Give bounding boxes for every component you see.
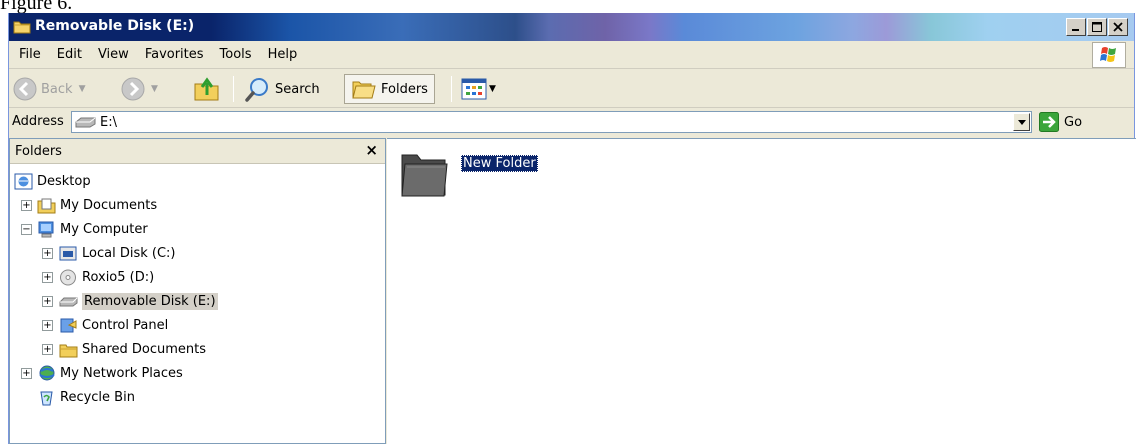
- network-places-icon: [39, 365, 55, 380]
- tree-item-removable-disk-e[interactable]: Removable Disk (E:): [59, 290, 218, 312]
- my-documents-icon: [37, 198, 56, 213]
- address-value: E:\: [100, 115, 117, 130]
- minimize-icon: [1072, 29, 1079, 31]
- back-dropdown-icon[interactable]: ▼: [79, 84, 86, 94]
- expand-icon[interactable]: +: [42, 320, 53, 331]
- removable-disk-icon: [75, 117, 96, 128]
- removable-disk-icon: [59, 297, 78, 306]
- forward-dropdown-icon[interactable]: ▼: [151, 84, 158, 94]
- menu-bar: File Edit View Favorites Tools Help: [9, 41, 1134, 69]
- forward-arrow-icon: [121, 77, 145, 101]
- folders-button[interactable]: Folders: [344, 74, 435, 104]
- tree-item-my-computer[interactable]: My Computer: [37, 218, 148, 240]
- chevron-down-icon: [1017, 119, 1026, 125]
- menu-help[interactable]: Help: [262, 47, 308, 62]
- folders-pane: Folders × Desktop + My Documents − My Co…: [9, 138, 386, 444]
- tree-item-shared-documents[interactable]: Shared Documents: [59, 338, 206, 360]
- search-icon: [245, 78, 268, 102]
- expand-icon[interactable]: +: [21, 368, 32, 379]
- folders-icon: [352, 81, 376, 99]
- caption-buttons: [1065, 18, 1128, 36]
- my-computer-icon: [38, 221, 54, 237]
- expand-icon[interactable]: +: [42, 272, 53, 283]
- file-list-area[interactable]: New Folder: [387, 138, 1136, 444]
- forward-button[interactable]: ▼: [121, 74, 158, 104]
- close-button[interactable]: [1108, 18, 1128, 36]
- explorer-window: Removable Disk (E:) File Edit View Favor…: [8, 13, 1136, 444]
- menu-view[interactable]: View: [92, 47, 139, 62]
- views-button[interactable]: ▼: [461, 74, 496, 104]
- search-button[interactable]: Search: [245, 74, 320, 104]
- figure-caption: Figure 6.: [0, 0, 73, 14]
- views-icon: [461, 78, 487, 100]
- standard-toolbar: Back ▼ ▼ Search Folders ▼: [9, 70, 1134, 108]
- close-icon: [1113, 22, 1123, 32]
- tree-item-recycle-bin[interactable]: Recycle Bin: [37, 386, 135, 408]
- folder-window-icon: [13, 21, 31, 34]
- go-arrow-icon: [1039, 112, 1059, 132]
- collapse-icon[interactable]: −: [21, 224, 32, 235]
- tree-item-my-network-places[interactable]: My Network Places: [37, 362, 183, 384]
- menu-tools[interactable]: Tools: [214, 47, 262, 62]
- folders-pane-title: Folders: [15, 144, 62, 159]
- control-panel-icon: [60, 318, 77, 332]
- folder-icon: [401, 154, 448, 197]
- address-field[interactable]: E:\: [71, 111, 1032, 133]
- windows-flag-icon: [1100, 47, 1116, 62]
- maximize-icon: [1092, 22, 1102, 32]
- address-label: Address: [12, 114, 64, 129]
- tree-item-roxio5-d[interactable]: Roxio5 (D:): [59, 266, 154, 288]
- folders-pane-header: Folders ×: [10, 139, 385, 164]
- tree-item-control-panel[interactable]: Control Panel: [59, 314, 168, 336]
- tree-item-my-documents[interactable]: My Documents: [37, 194, 157, 216]
- expand-icon[interactable]: +: [21, 200, 32, 211]
- expand-icon[interactable]: +: [42, 296, 53, 307]
- title-bar[interactable]: Removable Disk (E:): [9, 13, 1134, 41]
- address-dropdown-button[interactable]: [1013, 113, 1030, 131]
- menu-favorites[interactable]: Favorites: [139, 47, 214, 62]
- expand-icon[interactable]: +: [42, 248, 53, 259]
- windows-logo: [1092, 42, 1126, 68]
- minimize-button[interactable]: [1066, 18, 1086, 36]
- folder-item[interactable]: New Folder: [399, 147, 538, 199]
- desktop-icon: [14, 173, 33, 189]
- window-title: Removable Disk (E:): [35, 18, 195, 34]
- maximize-button[interactable]: [1087, 18, 1107, 36]
- address-bar: Address E:\ Go: [9, 109, 1134, 135]
- tree-item-desktop[interactable]: Desktop: [14, 170, 91, 192]
- menu-file[interactable]: File: [13, 47, 51, 62]
- up-button[interactable]: [192, 74, 222, 104]
- back-button[interactable]: Back ▼: [13, 74, 85, 104]
- local-disk-icon: [59, 246, 77, 260]
- expand-icon[interactable]: +: [42, 344, 53, 355]
- back-arrow-icon: [13, 77, 37, 101]
- shared-documents-icon: [59, 344, 78, 357]
- views-dropdown-icon[interactable]: ▼: [489, 84, 496, 94]
- recycle-bin-icon: [40, 391, 53, 405]
- cd-drive-icon: [60, 269, 76, 285]
- up-folder-icon: [194, 77, 219, 101]
- folder-name: New Folder: [461, 155, 538, 172]
- tree-item-local-disk-c[interactable]: Local Disk (C:): [59, 242, 175, 264]
- menu-edit[interactable]: Edit: [51, 47, 92, 62]
- go-button[interactable]: Go: [1039, 111, 1082, 133]
- close-pane-icon[interactable]: ×: [365, 141, 378, 159]
